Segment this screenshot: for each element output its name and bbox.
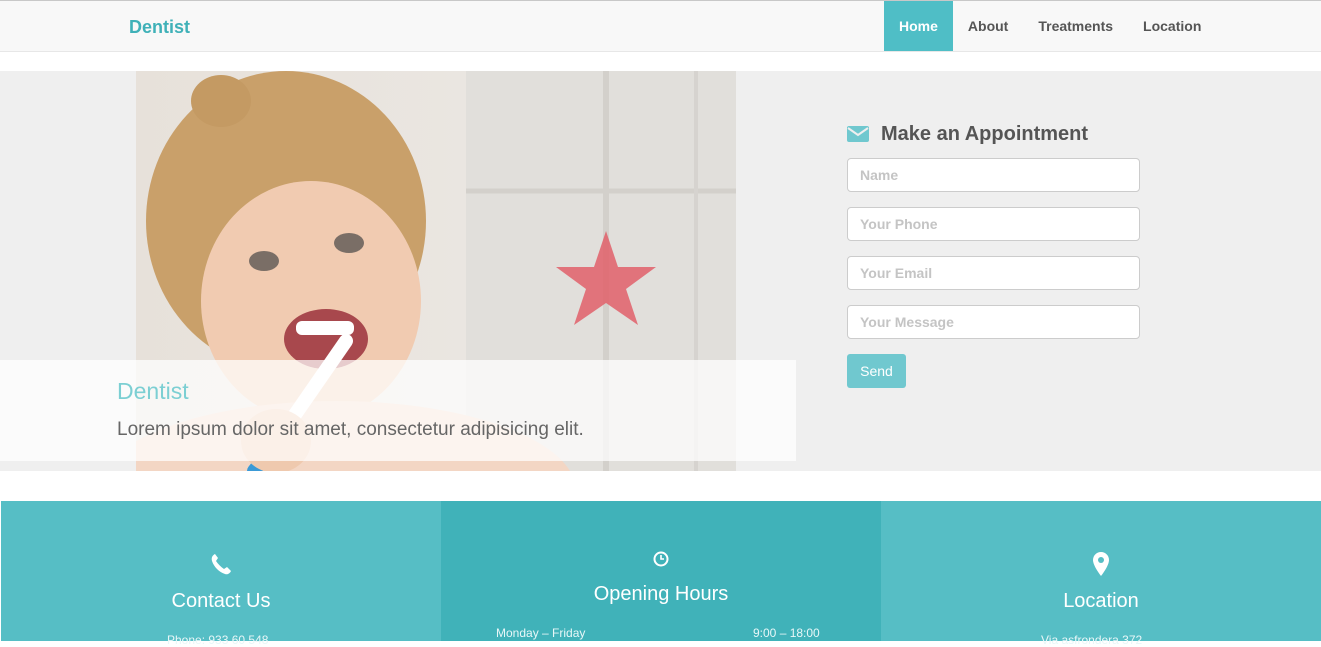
features-row: Contact Us Phone: 933 60 548 Opening Hou…: [1, 501, 1321, 647]
send-button[interactable]: Send: [847, 354, 906, 388]
hours-title: Opening Hours: [593, 583, 729, 605]
navbar: Dentist Home About Treatments Location: [0, 0, 1321, 52]
nav-item-home[interactable]: Home: [884, 1, 953, 51]
hours-days: Monday – Friday: [496, 626, 586, 640]
contact-box: Contact Us Phone: 933 60 548: [1, 501, 441, 647]
contact-title: Contact Us: [171, 590, 271, 612]
location-title: Location: [1063, 590, 1139, 612]
hero-section: Dentist Lorem ipsum dolor sit amet, cons…: [0, 71, 1321, 471]
map-marker-icon: [1093, 552, 1109, 576]
clock-icon: [653, 551, 669, 567]
phone-icon: [211, 554, 231, 575]
message-input[interactable]: [847, 305, 1140, 339]
email-input[interactable]: [847, 256, 1140, 290]
appointment-header: Make an Appointment: [847, 120, 1147, 148]
name-input[interactable]: [847, 158, 1140, 192]
hero-caption: Dentist Lorem ipsum dolor sit amet, cons…: [0, 360, 796, 461]
caption-title: Dentist: [117, 378, 189, 404]
appointment-title: Make an Appointment: [881, 122, 1089, 145]
nav-item-treatments[interactable]: Treatments: [1023, 1, 1128, 51]
nav-menu: Home About Treatments Location: [884, 1, 1216, 51]
nav-item-about[interactable]: About: [953, 1, 1023, 51]
caption-text: Lorem ipsum dolor sit amet, consectetur …: [117, 419, 584, 440]
hours-box: Opening Hours Monday – Friday 9:00 – 18:…: [441, 501, 881, 641]
envelope-icon: [847, 126, 869, 142]
location-address: Via asfrondera 372: [1041, 633, 1143, 647]
appointment-form: Make an Appointment Send: [847, 120, 1147, 388]
brand-link[interactable]: Dentist: [129, 17, 190, 38]
location-box: Location Via asfrondera 372: [881, 501, 1321, 647]
contact-phone: Phone: 933 60 548: [167, 633, 269, 647]
phone-input[interactable]: [847, 207, 1140, 241]
hours-time: 9:00 – 18:00: [753, 626, 820, 640]
nav-item-location[interactable]: Location: [1128, 1, 1216, 51]
